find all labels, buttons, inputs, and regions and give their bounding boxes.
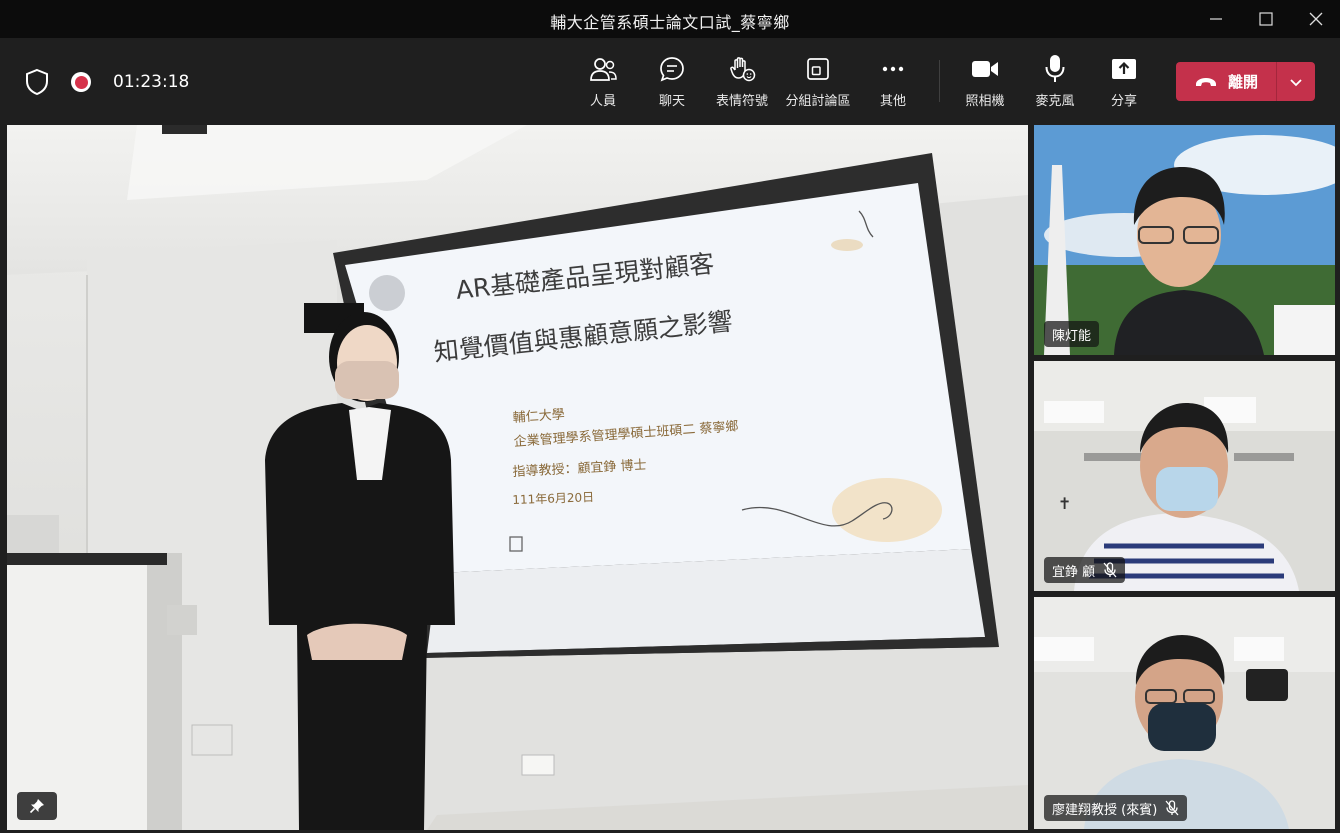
main-video-stage[interactable]: AR基礎產品呈現對顧客 知覺價值與惠顧意願之影響 輔仁大學 企業管理學系管理學碩… [7,125,1028,830]
leave-options-button[interactable] [1277,62,1315,101]
meeting-toolbar: 01:23:18 人員 聊天 表情符號 分組討論區 其他 照相機 麥克風 分享 … [0,38,1340,122]
breakout-rooms-icon [803,54,833,84]
people-label: 人員 [589,94,616,109]
raise-hand-emoji-icon [727,54,757,84]
people-button[interactable]: 人員 [568,54,638,114]
close-button[interactable] [1292,0,1340,38]
maximize-icon [1259,12,1273,26]
mic-off-icon [1103,562,1117,578]
close-icon [1309,12,1323,26]
share-label: 分享 [1110,94,1137,109]
breakout-rooms-label: 分組討論區 [785,94,851,109]
chevron-down-icon [1290,78,1302,86]
camera-button[interactable]: 照相機 [950,54,1020,114]
leave-label: 離開 [1227,73,1258,91]
leave-main[interactable]: 離開 [1176,62,1276,101]
leave-button[interactable]: 離開 [1176,62,1315,101]
chat-button[interactable]: 聊天 [637,54,707,114]
microphone-icon [1040,54,1070,84]
participant-name: 陳灯能 [1052,328,1092,344]
recording-icon [71,72,91,92]
participant-nametag: 廖建翔教授 (來賓) [1044,795,1188,821]
slide-date: 111年6月20日 [512,490,595,507]
participant-nametag: 陳灯能 [1044,321,1100,347]
window-title: 輔大企管系碩士論文口試_蔡寧鄉 [550,13,790,32]
toolbar-divider [939,60,940,102]
camera-label: 照相機 [965,94,1005,109]
participant-tile[interactable]: ✝ 宜錚 顧 [1034,361,1335,591]
mic-off-icon [1165,800,1179,816]
window-titlebar: 輔大企管系碩士論文口試_蔡寧鄉 [0,0,1340,38]
reactions-label: 表情符號 [715,94,768,109]
more-label: 其他 [879,94,906,109]
camera-icon [970,54,1000,84]
microphone-button[interactable]: 麥克風 [1020,54,1090,114]
more-button[interactable]: 其他 [858,54,928,114]
people-icon [588,54,618,84]
chat-icon [657,54,687,84]
chat-label: 聊天 [658,94,685,109]
pin-button[interactable] [17,792,57,820]
microphone-label: 麥克風 [1035,94,1075,109]
share-screen-icon [1109,54,1139,84]
meeting-timer: 01:23:18 [113,72,190,92]
maximize-button[interactable] [1242,0,1290,38]
participant-name: 宜錚 顧 [1052,564,1096,580]
slide-school: 輔仁大學 [512,407,566,426]
share-button[interactable]: 分享 [1089,54,1159,114]
more-icon [878,54,908,84]
shield-icon[interactable] [24,68,50,100]
pin-icon [29,799,44,814]
participant-nametag: 宜錚 顧 [1044,557,1126,583]
minimize-icon [1210,18,1222,20]
svg-text:✝: ✝ [1058,494,1071,513]
participant-tile[interactable]: 陳灯能 [1034,125,1335,355]
hang-up-icon [1195,77,1216,86]
breakout-rooms-button[interactable]: 分組討論區 [783,54,853,114]
minimize-button[interactable] [1192,0,1240,38]
participant-name: 廖建翔教授 (來賓) [1052,802,1158,818]
reactions-button[interactable]: 表情符號 [707,54,777,114]
participant-tile[interactable]: 廖建翔教授 (來賓) [1034,597,1335,829]
